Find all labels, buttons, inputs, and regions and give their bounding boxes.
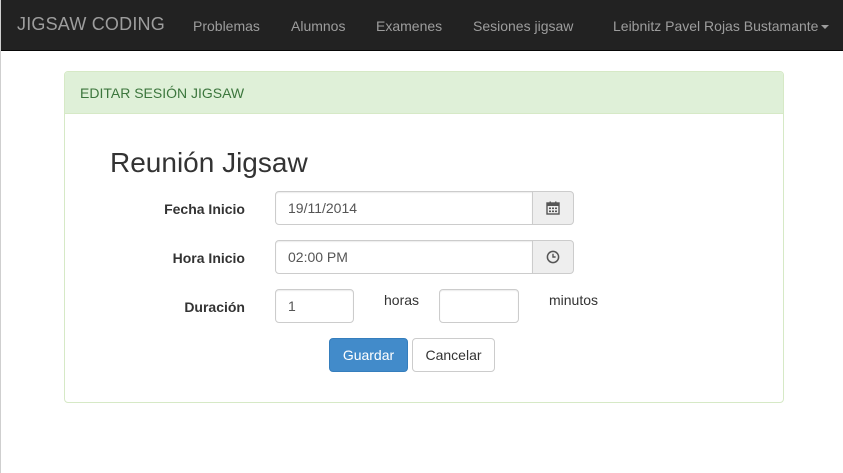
save-button[interactable]: Guardar <box>329 338 408 372</box>
cancel-button[interactable]: Cancelar <box>412 338 495 372</box>
panel-heading: EDITAR SESIÓN JIGSAW <box>65 72 783 114</box>
calendar-icon <box>546 201 560 215</box>
duracion-horas-input[interactable] <box>275 289 354 323</box>
calendar-button[interactable] <box>532 191 574 225</box>
nav-link-problemas[interactable]: Problemas <box>193 18 260 34</box>
nav-link-alumnos[interactable]: Alumnos <box>291 18 345 34</box>
fecha-inicio-input[interactable] <box>275 191 533 225</box>
top-navbar: JIGSAW CODING Problemas Alumnos Examenes… <box>1 0 843 51</box>
user-menu-dropdown[interactable]: Leibnitz Pavel Rojas Bustamante <box>613 18 830 34</box>
hora-inicio-input[interactable] <box>275 240 533 274</box>
caret-down-icon <box>821 25 830 30</box>
user-name: Leibnitz Pavel Rojas Bustamante <box>613 18 819 34</box>
minutos-unit-label: minutos <box>549 292 599 308</box>
duracion-label: Duración <box>184 299 245 315</box>
nav-link-sesiones-jigsaw[interactable]: Sesiones jigsaw <box>473 18 573 34</box>
clock-icon <box>546 250 560 264</box>
form-title: Reunión Jigsaw <box>110 147 308 178</box>
nav-link-examenes[interactable]: Examenes <box>376 18 442 34</box>
fecha-inicio-label: Fecha Inicio <box>164 201 245 217</box>
duracion-minutos-input[interactable] <box>439 289 519 323</box>
clock-button[interactable] <box>532 240 574 274</box>
brand-link[interactable]: JIGSAW CODING <box>17 14 165 35</box>
horas-unit-label: horas <box>384 292 420 308</box>
hora-inicio-label: Hora Inicio <box>172 250 245 266</box>
